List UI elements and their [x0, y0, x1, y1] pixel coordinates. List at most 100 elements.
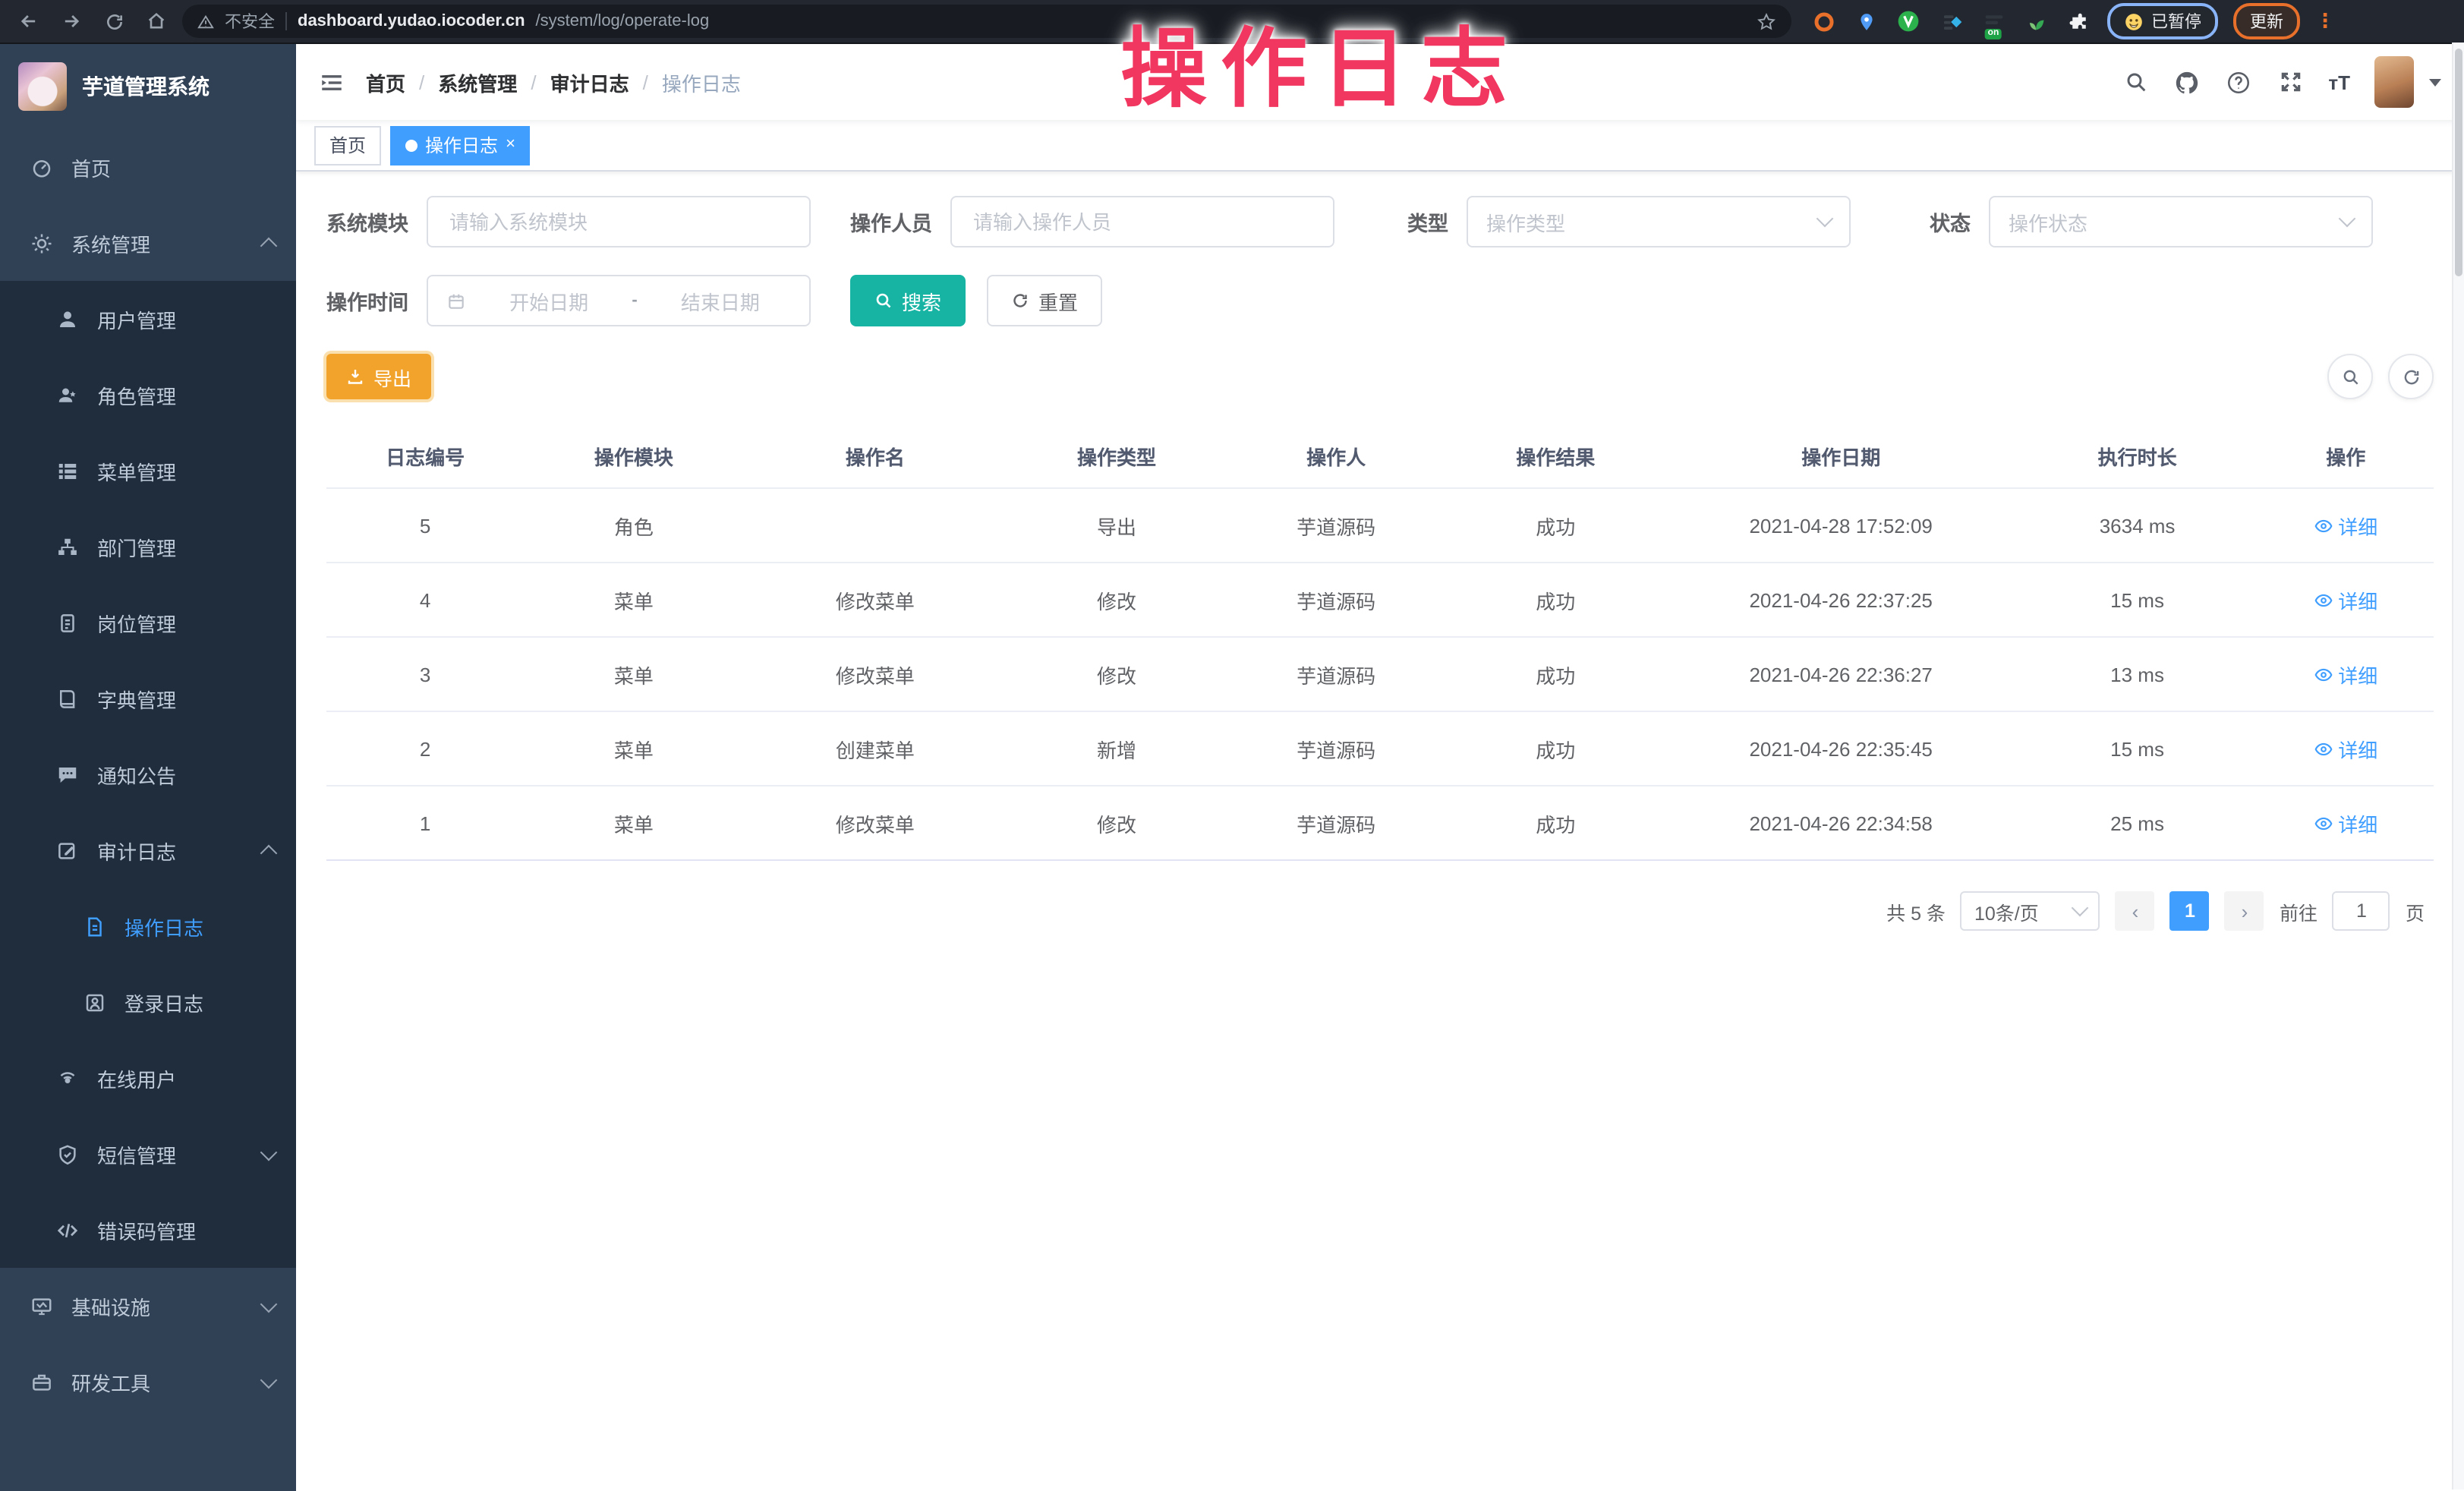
browser-reload-icon[interactable] [100, 8, 128, 35]
table-header-row: 日志编号 操作模块 操作名 操作类型 操作人 操作结果 操作日期 执行时长 操作 [326, 424, 2434, 489]
sidebar-item-dict-management[interactable]: 字典管理 [0, 660, 296, 736]
detail-link[interactable]: 详细 [2314, 809, 2377, 837]
breadcrumb: 首页/ 系统管理/ 审计日志/ 操作日志 [366, 68, 741, 96]
extension-on-badge-icon[interactable]: on [1980, 8, 2007, 35]
sidebar-item-notice[interactable]: 通知公告 [0, 736, 296, 812]
operate-log-table: 日志编号 操作模块 操作名 操作类型 操作人 操作结果 操作日期 执行时长 操作… [326, 424, 2434, 861]
goto-page-input[interactable] [2333, 891, 2390, 931]
shield-check-icon [56, 1143, 79, 1165]
menu-list-icon [56, 459, 79, 482]
total-count: 共 5 条 [1886, 897, 1946, 925]
sidebar-item-infrastructure[interactable]: 基础设施 [0, 1268, 296, 1344]
current-page[interactable]: 1 [2170, 891, 2210, 931]
tab-operate-log[interactable]: 操作日志 × [390, 125, 531, 165]
font-size-icon[interactable]: ᴛT [2328, 71, 2350, 93]
extension-paused-pill[interactable]: 已暂停 [2107, 3, 2218, 39]
extension-sprout-icon[interactable] [2022, 8, 2050, 35]
paused-label: 已暂停 [2151, 9, 2201, 33]
github-icon[interactable] [2173, 68, 2201, 96]
emoji-face-icon [2124, 11, 2144, 31]
detail-link[interactable]: 详细 [2314, 660, 2377, 689]
extension-map-pin-icon[interactable] [1852, 8, 1880, 35]
module-input[interactable] [446, 209, 791, 235]
search-button[interactable]: 搜索 [850, 275, 966, 326]
sidebar-item-online-users[interactable]: 在线用户 [0, 1040, 296, 1116]
table-toolbar: 导出 [326, 354, 2434, 399]
sidebar-item-dev-tools[interactable]: 研发工具 [0, 1344, 296, 1420]
extension-diamond-icon[interactable] [1937, 8, 1965, 35]
online-signal-icon [56, 1067, 79, 1089]
col-header-log-id: 日志编号 [326, 441, 524, 470]
operator-input-wrap [950, 196, 1334, 247]
col-header-result: 操作结果 [1446, 441, 1665, 470]
avatar-caret-icon[interactable] [2429, 78, 2441, 86]
sidebar-item-dept-management[interactable]: 部门管理 [0, 509, 296, 585]
security-label: 不安全 [225, 9, 275, 33]
refresh-table-button[interactable] [2388, 354, 2434, 399]
date-range-picker[interactable]: 开始日期 - 结束日期 [427, 275, 811, 326]
detail-link[interactable]: 详细 [2314, 585, 2377, 614]
extensions-puzzle-icon[interactable] [2065, 8, 2092, 35]
bookmark-star-icon[interactable] [1757, 11, 1776, 31]
sidebar-item-post-management[interactable]: 岗位管理 [0, 585, 296, 660]
breadcrumb-audit-log[interactable]: 审计日志 [550, 68, 629, 96]
app-window: 芋道管理系统 首页 系统管理 用户管理 角色管理 [0, 44, 2464, 1491]
role-users-icon [56, 383, 79, 406]
reset-button[interactable]: 重置 [987, 275, 1102, 326]
browser-update-button[interactable]: 更新 [2233, 3, 2300, 39]
browser-toolbar: 不安全 dashboard.yudao.iocoder.cn/system/lo… [0, 0, 2464, 44]
fullscreen-icon[interactable] [2277, 68, 2304, 96]
page-size-select[interactable]: 10条/页 [1961, 891, 2100, 931]
tab-close-icon[interactable]: × [506, 137, 515, 153]
address-bar[interactable]: 不安全 dashboard.yudao.iocoder.cn/system/lo… [182, 5, 1791, 38]
type-select[interactable]: 操作类型 [1467, 196, 1851, 247]
help-icon[interactable] [2225, 68, 2252, 96]
app-logo-row[interactable]: 芋道管理系统 [0, 44, 296, 129]
not-secure-icon [197, 13, 214, 30]
eye-icon [2314, 739, 2333, 758]
table-row: 4 菜单 修改菜单 修改 芋道源码 成功 2021-04-26 22:37:25… [326, 563, 2434, 638]
table-row: 2 菜单 创建菜单 新增 芋道源码 成功 2021-04-26 22:35:45… [326, 712, 2434, 786]
export-button[interactable]: 导出 [326, 354, 431, 399]
sidebar-item-operate-log[interactable]: 操作日志 [0, 888, 296, 964]
window-scrollbar[interactable] [2452, 43, 2464, 1489]
chevron-down-icon [2072, 900, 2090, 917]
browser-back-icon[interactable] [15, 8, 43, 35]
chevron-up-icon [260, 238, 278, 255]
sidebar-toggle-icon[interactable] [319, 69, 345, 95]
chevron-down-icon [2339, 210, 2356, 228]
sidebar-item-user-management[interactable]: 用户管理 [0, 281, 296, 357]
sidebar-item-menu-management[interactable]: 菜单管理 [0, 433, 296, 509]
detail-link[interactable]: 详细 [2314, 734, 2377, 763]
tab-home[interactable]: 首页 [314, 125, 381, 165]
operator-label: 操作人员 [850, 206, 932, 237]
browser-forward-icon[interactable] [58, 8, 85, 35]
app-title: 芋道管理系统 [82, 71, 210, 102]
sidebar-item-role-management[interactable]: 角色管理 [0, 357, 296, 433]
show-search-button[interactable] [2327, 354, 2373, 399]
message-bubble-icon [56, 763, 79, 786]
search-icon[interactable] [2122, 68, 2149, 96]
user-icon [56, 307, 79, 330]
browser-menu-icon[interactable]: ⋮ [2315, 9, 2335, 33]
scrollbar-thumb[interactable] [2455, 49, 2462, 276]
sidebar-item-audit-log[interactable]: 审计日志 [0, 812, 296, 888]
extension-green-v-icon[interactable] [1895, 8, 1922, 35]
breadcrumb-home[interactable]: 首页 [366, 68, 405, 96]
sidebar-item-login-log[interactable]: 登录日志 [0, 964, 296, 1040]
extension-orange-ring-icon[interactable] [1810, 8, 1837, 35]
breadcrumb-system[interactable]: 系统管理 [438, 68, 517, 96]
sidebar-item-home[interactable]: 首页 [0, 129, 296, 205]
operator-input[interactable] [970, 209, 1315, 235]
sidebar-item-system-management[interactable]: 系统管理 [0, 205, 296, 281]
detail-link[interactable]: 详细 [2314, 511, 2377, 540]
type-label: 类型 [1407, 206, 1448, 237]
status-select[interactable]: 操作状态 [1989, 196, 2373, 247]
prev-page-button[interactable]: ‹ [2116, 891, 2155, 931]
sidebar-item-sms-management[interactable]: 短信管理 [0, 1116, 296, 1192]
user-avatar[interactable] [2374, 56, 2414, 108]
app-logo [18, 62, 67, 111]
browser-home-icon[interactable] [143, 8, 170, 35]
next-page-button[interactable]: › [2225, 891, 2264, 931]
sidebar-item-error-code[interactable]: 错误码管理 [0, 1192, 296, 1268]
